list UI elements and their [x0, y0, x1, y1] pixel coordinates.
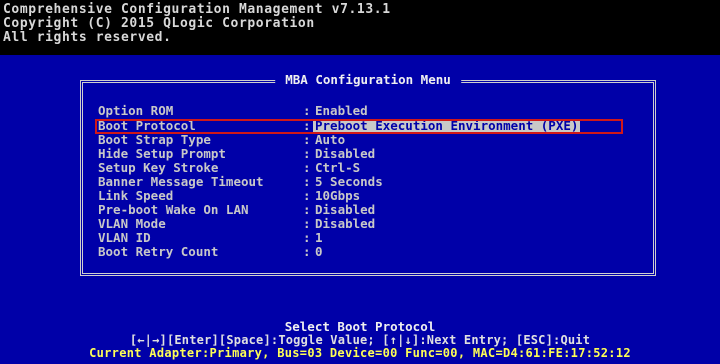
menu-item-label: Boot Strap Type — [98, 132, 211, 147]
menu-item-value[interactable]: Preboot Execution Environment (PXE) — [313, 119, 581, 133]
menu-item-option-rom[interactable]: Option ROM : Enabled — [83, 103, 653, 118]
menu-item-boot-strap-type[interactable]: Boot Strap Type : Auto — [83, 132, 653, 147]
menu-item-value[interactable]: Ctrl-S — [315, 161, 360, 175]
menu-item-value[interactable]: 5 Seconds — [315, 175, 383, 189]
menu-item-separator: : — [303, 118, 311, 133]
menu-item-value[interactable]: 1 — [315, 231, 323, 245]
menu-item-value[interactable]: Enabled — [315, 104, 368, 118]
menu-item-separator: : — [303, 216, 311, 231]
menu-item-link-speed[interactable]: Link Speed : 10Gbps — [83, 188, 653, 203]
header-banner: Comprehensive Configuration Management v… — [0, 0, 720, 55]
menu-item-separator: : — [303, 244, 311, 259]
menu-item-hide-setup-prompt[interactable]: Hide Setup Prompt : Disabled — [83, 146, 653, 161]
menu-item-label: VLAN Mode — [98, 216, 166, 231]
menu-item-label: Option ROM — [98, 103, 174, 118]
help-title: Select Boot Protocol — [284, 319, 436, 334]
product-title: Comprehensive Configuration Management v… — [3, 2, 391, 17]
menu-item-label: Pre-boot Wake On LAN — [98, 202, 249, 217]
menu-title: MBA Configuration Menu — [275, 73, 461, 87]
mba-configuration-menu: MBA Configuration Menu Option ROM : Enab… — [80, 73, 656, 276]
menu-item-value[interactable]: Disabled — [315, 217, 375, 231]
adapter-status-line: Current Adapter:Primary, Bus=03 Device=0… — [89, 346, 631, 360]
menu-item-value[interactable]: 10Gbps — [315, 189, 360, 203]
menu-item-separator: : — [303, 230, 311, 245]
menu-item-separator: : — [303, 160, 311, 175]
menu-item-label: Hide Setup Prompt — [98, 146, 226, 161]
menu-item-value[interactable]: 0 — [315, 245, 323, 259]
menu-item-value[interactable]: Disabled — [315, 147, 375, 161]
menu-item-label: VLAN ID — [98, 230, 151, 245]
menu-item-banner-message-timeout[interactable]: Banner Message Timeout : 5 Seconds — [83, 174, 653, 189]
menu-item-value[interactable]: Auto — [315, 133, 345, 147]
menu-item-label: Boot Protocol — [98, 118, 196, 133]
menu-item-separator: : — [303, 188, 311, 203]
menu-item-vlan-mode[interactable]: VLAN Mode : Disabled — [83, 216, 653, 231]
menu-item-vlan-id[interactable]: VLAN ID : 1 — [83, 230, 653, 245]
rights-notice: All rights reserved. — [3, 30, 172, 45]
menu-item-label: Banner Message Timeout — [98, 174, 264, 189]
menu-item-separator: : — [303, 103, 311, 118]
key-help-line: [←|→][Enter][Space]:Toggle Value; [↑|↓]:… — [129, 333, 591, 347]
menu-item-label: Setup Key Stroke — [98, 160, 219, 175]
menu-item-label: Link Speed — [98, 188, 174, 203]
menu-item-separator: : — [303, 174, 311, 189]
menu-item-pre-boot-wake-on-lan[interactable]: Pre-boot Wake On LAN : Disabled — [83, 202, 653, 217]
menu-item-separator: : — [303, 132, 311, 147]
menu-item-separator: : — [303, 202, 311, 217]
menu-item-setup-key-stroke[interactable]: Setup Key Stroke : Ctrl-S — [83, 160, 653, 175]
menu-item-boot-protocol[interactable]: Boot Protocol : Preboot Execution Enviro… — [83, 118, 653, 133]
menu-item-label: Boot Retry Count — [98, 244, 219, 259]
menu-item-boot-retry-count[interactable]: Boot Retry Count : 0 — [83, 244, 653, 259]
menu-item-value[interactable]: Disabled — [315, 203, 375, 217]
copyright-notice: Copyright (C) 2015 QLogic Corporation — [3, 16, 315, 31]
menu-item-separator: : — [303, 146, 311, 161]
